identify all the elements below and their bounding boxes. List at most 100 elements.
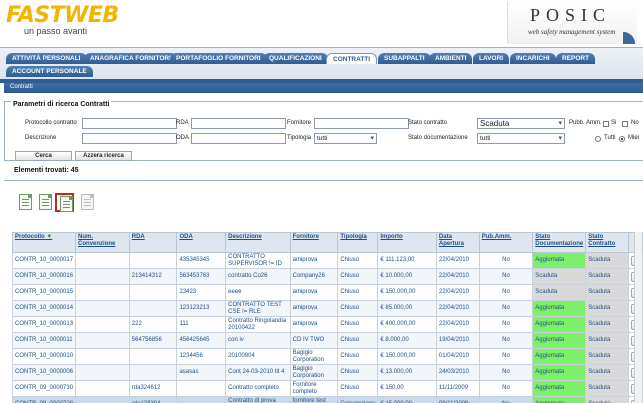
- col-pub-amm[interactable]: Pub.Amm.: [478, 232, 534, 253]
- table-row[interactable]: CONTR_10_0000014 123123213 CONTRATTO TEST …: [11, 300, 643, 317]
- col-stato-documentazione[interactable]: Stato Documentazione: [532, 232, 587, 253]
- table-row[interactable]: CONTR_10_0000016 213414312 563453763 contra…: [11, 268, 643, 285]
- rda-label: RDA: [176, 120, 189, 126]
- tipologia-label: Tipologia: [287, 135, 312, 141]
- tab-contratti[interactable]: Contratti: [326, 53, 378, 64]
- tab-ambienti[interactable]: Ambienti: [429, 53, 473, 64]
- cell-stato: Scaduta: [585, 300, 629, 317]
- cell-rda: [128, 284, 178, 301]
- table-row[interactable]: CONTR_10_0000006 asasas Cont 24-03-2010 ti…: [11, 364, 643, 381]
- tab-portafoglio-fornitori[interactable]: Portafoglio Fornitori: [170, 53, 267, 64]
- table-row[interactable]: CONTR_09_0000730 rda324612 Contratto compl…: [11, 380, 643, 397]
- cell-imp: € 150.000,00: [377, 348, 437, 365]
- protocollo-input[interactable]: [82, 118, 177, 129]
- cerca-button[interactable]: Cerca: [15, 151, 72, 161]
- tab-report[interactable]: Report: [556, 53, 596, 64]
- cell-desc: contratto Co26: [225, 268, 291, 285]
- col-protocollo[interactable]: Protocollo ▼: [11, 232, 77, 253]
- cell-prot: CONTR_09_0000728: [11, 396, 77, 403]
- copy-contract-icon[interactable]: [36, 193, 55, 212]
- table-row[interactable]: CONTR_10_0000017 435345345 CONTRATTO SUPER…: [11, 252, 643, 269]
- tab-incarichi[interactable]: Incarichi: [510, 53, 556, 64]
- tab-subappalti[interactable]: Subappalti: [378, 53, 431, 64]
- cell-oda: 123123213: [176, 300, 227, 317]
- tab-account-personale[interactable]: Account Personale: [6, 66, 93, 77]
- col-protocollo-label: Protocollo: [15, 234, 45, 240]
- vertical-scrollbar[interactable]: [634, 232, 642, 403]
- col-tipologia[interactable]: Tipologia: [337, 232, 379, 253]
- cell-imp: € 13.000,00: [377, 364, 437, 381]
- col-data-apertura[interactable]: Data Apertura: [435, 232, 480, 253]
- cell-conv: [75, 300, 130, 317]
- cell-conv: [75, 284, 130, 301]
- filter-miei-label: Miei: [628, 135, 640, 141]
- cell-forn: fornitore test 001: [289, 396, 339, 403]
- cell-conv: [75, 348, 130, 365]
- tab-anagrafica-fornitori[interactable]: Anagrafica Fornitori: [84, 53, 177, 64]
- cell-prot: CONTR_10_0000016: [11, 268, 77, 285]
- stato-doc-select[interactable]: tutti: [477, 133, 565, 144]
- cell-forn: amiprova: [289, 284, 339, 301]
- stato-doc-label: Stato documentazione: [408, 135, 468, 141]
- oda-input[interactable]: [191, 133, 286, 144]
- pubb-si-label: Si: [611, 120, 617, 126]
- pubb-si-checkbox[interactable]: [603, 121, 609, 127]
- stato-contratto-select[interactable]: Scaduta: [477, 118, 565, 129]
- col-num-convenzione[interactable]: Num. Convenzione: [75, 232, 130, 253]
- cell-oda: 435345345: [176, 252, 227, 269]
- table-row[interactable]: CONTR_10_0000011 564756856 456425645 con iv…: [11, 332, 643, 349]
- breadcrumb-label: Contratti: [10, 84, 33, 90]
- table-row[interactable]: CONTR_10_0000015 23423 eeee amiprova Chiuso €…: [11, 284, 643, 301]
- cell-desc: CONTRATTO SUPERVISOR != ID: [225, 252, 291, 269]
- contracts-table: Protocollo ▼ Num. Convenzione RDA ODA De…: [11, 232, 643, 403]
- cell-imp: € 400.000,00: [377, 316, 437, 333]
- search-panel-title: Parametri di ricerca Contratti: [11, 101, 112, 108]
- cell-stato: Scaduta: [585, 268, 629, 285]
- cell-conv: [75, 380, 130, 397]
- cell-tipo: Chiuso: [337, 316, 379, 333]
- cell-imp: € 150.000,00: [377, 284, 437, 301]
- fornitore-input[interactable]: [314, 118, 409, 129]
- cell-tipo: Convenzione: [337, 396, 379, 403]
- cell-doc: Scaduta: [532, 284, 587, 301]
- col-fornitore[interactable]: Fornitore: [289, 232, 339, 253]
- export-icon[interactable]: [78, 193, 97, 212]
- edit-contract-icon[interactable]: [55, 193, 74, 212]
- cell-forn: amiprova: [289, 300, 339, 317]
- cell-prot: CONTR_10_0000010: [11, 348, 77, 365]
- corner-badge: DRA: [623, 30, 637, 50]
- cell-oda: [176, 380, 227, 397]
- col-rda[interactable]: RDA: [128, 232, 178, 253]
- tipologia-select[interactable]: tutti: [314, 133, 377, 144]
- tab-lavori[interactable]: Lavori: [473, 53, 510, 64]
- tab-attivita-personali[interactable]: Attività Personali: [6, 53, 87, 64]
- oda-label: ODA: [176, 135, 190, 141]
- cell-tipo: Chiuso: [337, 300, 379, 317]
- cell-forn: Fornitore completo: [289, 380, 339, 397]
- filter-miei-radio[interactable]: [619, 136, 625, 142]
- cell-tipo: Chiuso: [337, 380, 379, 397]
- cell-data: 11/11/2009: [435, 380, 480, 397]
- tab-qualificazioni[interactable]: Qualificazioni: [263, 53, 328, 64]
- cell-pub: No: [478, 380, 534, 397]
- table-row[interactable]: CONTR_09_0000728 rda123304 Contratto di pr…: [11, 396, 643, 403]
- descrizione-input[interactable]: [82, 133, 177, 144]
- azzera-ricerca-button[interactable]: Azzera ricerca: [75, 151, 132, 161]
- col-importo[interactable]: Importo: [377, 232, 437, 253]
- cell-doc: Scaduta: [532, 268, 587, 285]
- cell-prot: CONTR_09_0000730: [11, 380, 77, 397]
- col-stato-contratto[interactable]: Stato Contratto: [585, 232, 629, 253]
- rda-input[interactable]: [191, 118, 286, 129]
- cell-desc: Contratto completo: [225, 380, 291, 397]
- filter-tutti-radio[interactable]: [595, 136, 601, 142]
- cell-pub: No: [478, 396, 534, 403]
- table-row[interactable]: CONTR_10_0000010 1234456 20100904 Bagigio C…: [11, 348, 643, 365]
- cell-stato: Scaduta: [585, 348, 629, 365]
- table-row[interactable]: CONTR_10_0000013 222 111 Contratto Ringolan…: [11, 316, 643, 333]
- col-descrizione[interactable]: Descrizione: [225, 232, 291, 253]
- pubb-no-checkbox[interactable]: [622, 121, 628, 127]
- col-oda[interactable]: ODA: [176, 232, 227, 253]
- cell-tipo: Chiuso: [337, 252, 379, 269]
- new-contract-icon[interactable]: [16, 193, 35, 212]
- fastweb-logo: FASTWEB un passo avanti: [6, 3, 119, 36]
